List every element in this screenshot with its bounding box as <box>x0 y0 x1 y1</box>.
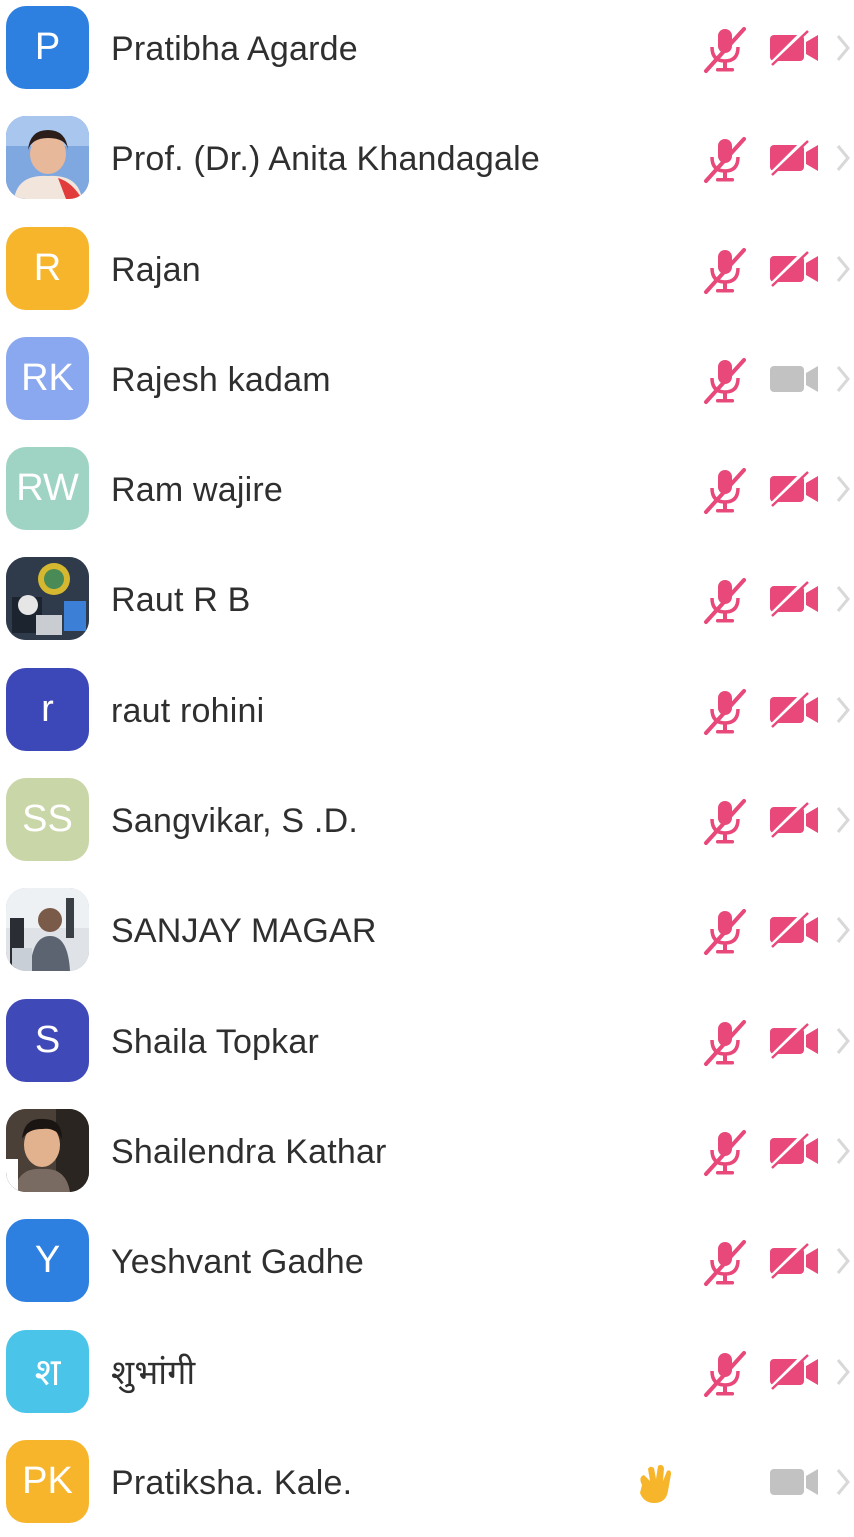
participant-name: Raut R B <box>111 581 251 620</box>
mic-muted-icon <box>700 133 752 185</box>
mic-muted-icon <box>700 1126 752 1178</box>
chevron-right-icon[interactable] <box>832 26 854 70</box>
participant-row[interactable]: S Shaila Topkar <box>0 986 854 1096</box>
participant-row[interactable]: SS Sangvikar, S .D. <box>0 765 854 875</box>
mic-muted-icon <box>700 685 752 737</box>
participant-row[interactable]: श शुभांगी <box>0 1317 854 1427</box>
chevron-right-icon[interactable] <box>832 467 854 511</box>
avatar <box>6 888 89 972</box>
mic-muted-icon <box>700 905 752 957</box>
mic-muted-icon <box>700 1016 752 1068</box>
participant-row[interactable]: Y Yeshvant Gadhe <box>0 1206 854 1316</box>
video-off-icon <box>766 1238 822 1284</box>
chevron-right-icon[interactable] <box>832 577 854 621</box>
mic-muted-icon <box>700 1236 752 1288</box>
avatar-initials: RK <box>21 356 74 399</box>
chevron-right-icon[interactable] <box>832 247 854 291</box>
participant-name: Pratiksha. Kale. <box>111 1463 353 1502</box>
video-off-icon <box>766 135 822 181</box>
video-off-icon <box>766 1128 822 1174</box>
avatar: SS <box>6 778 89 862</box>
mic-muted-icon <box>700 1347 752 1399</box>
participant-row[interactable]: SANJAY MAGAR <box>0 875 854 985</box>
participant-name: Pratibha Agarde <box>111 30 358 68</box>
avatar: R <box>6 226 89 310</box>
avatar <box>6 1108 89 1192</box>
chevron-right-icon[interactable] <box>832 1460 854 1504</box>
participant-row[interactable]: PK Pratiksha. Kale. <box>0 1427 854 1537</box>
participant-row[interactable]: P Pratibha Agarde <box>0 0 854 103</box>
participant-row[interactable]: Raut R B <box>0 544 854 654</box>
mic-muted-icon <box>700 464 752 516</box>
video-off-icon <box>766 907 822 953</box>
chevron-right-icon[interactable] <box>832 908 854 952</box>
participant-name: Sangvikar, S .D. <box>111 802 358 841</box>
video-off-icon <box>766 466 822 512</box>
avatar: RW <box>6 447 89 531</box>
participant-name: raut rohini <box>111 691 265 730</box>
participant-name: Shailendra Kathar <box>111 1132 387 1171</box>
video-off-icon <box>766 1349 822 1395</box>
participant-name: Yeshvant Gadhe <box>111 1243 364 1282</box>
participant-name: Shaila Topkar <box>111 1022 319 1061</box>
participant-row[interactable]: Shailendra Kathar <box>0 1096 854 1206</box>
avatar: S <box>6 998 89 1082</box>
participant-name: शुभांगी <box>111 1353 196 1392</box>
mic-muted-icon <box>700 354 752 406</box>
avatar-initials: RW <box>16 467 79 510</box>
avatar-initials: P <box>34 26 61 68</box>
video-off-icon <box>766 797 822 843</box>
mic-muted-icon <box>700 574 752 626</box>
chevron-right-icon[interactable] <box>832 357 854 401</box>
participant-name: SANJAY MAGAR <box>111 912 377 951</box>
participant-name: Ram wajire <box>111 471 284 510</box>
avatar-initials: Y <box>34 1239 61 1282</box>
participant-row[interactable]: RK Rajesh kadam <box>0 324 854 434</box>
chevron-right-icon[interactable] <box>832 1129 854 1173</box>
video-unavailable-icon <box>766 1459 822 1505</box>
participant-name: Rajan <box>111 250 201 289</box>
avatar-initials: r <box>41 687 54 730</box>
participant-row[interactable]: RW Ram wajire <box>0 434 854 544</box>
video-off-icon <box>766 576 822 622</box>
video-off-icon <box>766 687 822 733</box>
avatar: PK <box>6 1439 89 1523</box>
avatar-initials: SS <box>22 798 73 841</box>
video-off-icon <box>766 1018 822 1064</box>
chevron-right-icon[interactable] <box>832 136 854 180</box>
avatar-initials: PK <box>22 1459 73 1502</box>
avatar-initials: S <box>34 1018 61 1061</box>
avatar-initials: श <box>34 1352 61 1395</box>
chevron-right-icon[interactable] <box>832 1350 854 1394</box>
avatar: RK <box>6 336 89 420</box>
avatar: Y <box>6 1219 89 1303</box>
mic-muted-icon <box>700 23 752 75</box>
participant-row[interactable]: Prof. (Dr.) Anita Khandagale <box>0 103 854 213</box>
participant-name: Prof. (Dr.) Anita Khandagale <box>111 140 540 179</box>
mic-muted-icon <box>700 795 752 847</box>
video-off-icon <box>766 246 822 292</box>
participant-name: Rajesh kadam <box>111 360 331 399</box>
avatar <box>6 557 89 641</box>
avatar <box>6 116 89 200</box>
chevron-right-icon[interactable] <box>832 798 854 842</box>
raised-hand-icon <box>630 1459 680 1509</box>
chevron-right-icon[interactable] <box>832 688 854 732</box>
avatar: r <box>6 667 89 751</box>
chevron-right-icon[interactable] <box>832 1239 854 1283</box>
video-unavailable-icon <box>766 356 822 402</box>
video-off-icon <box>766 25 822 71</box>
participant-list: P Pratibha Agarde Prof. (Dr.) Anita Khanda… <box>0 0 854 1537</box>
avatar-initials: R <box>33 246 62 289</box>
participant-row[interactable]: R Rajan <box>0 214 854 324</box>
chevron-right-icon[interactable] <box>832 1019 854 1063</box>
avatar: P <box>6 6 89 89</box>
participant-row[interactable]: r raut rohini <box>0 655 854 765</box>
mic-muted-icon <box>700 244 752 296</box>
avatar: श <box>6 1329 89 1413</box>
